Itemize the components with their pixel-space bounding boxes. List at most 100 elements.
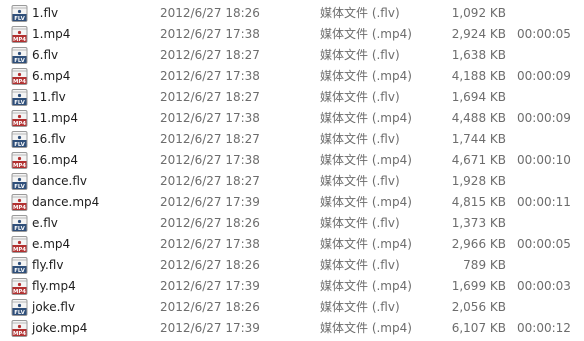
- file-row[interactable]: FLV dance.flv 2012/6/27 18:27 媒体文件 (.flv…: [0, 171, 584, 192]
- flv-file-icon: FLV: [11, 5, 28, 22]
- svg-text:MP4: MP4: [13, 247, 26, 253]
- file-type: 媒体文件 (.mp4): [320, 237, 412, 251]
- mp4-file-icon: MP4: [11, 320, 28, 337]
- file-type: 媒体文件 (.flv): [320, 174, 400, 188]
- file-date: 2012/6/27 18:26: [160, 300, 260, 314]
- file-type: 媒体文件 (.flv): [320, 90, 400, 104]
- file-name: 1.flv: [32, 6, 59, 20]
- file-type: 媒体文件 (.mp4): [320, 27, 412, 41]
- flv-file-icon: FLV: [11, 89, 28, 106]
- svg-text:FLV: FLV: [14, 16, 25, 22]
- file-row[interactable]: FLV joke.flv 2012/6/27 18:26 媒体文件 (.flv)…: [0, 297, 584, 318]
- flv-file-icon: FLV: [11, 257, 28, 274]
- svg-text:FLV: FLV: [14, 142, 25, 148]
- flv-file-icon: FLV: [11, 215, 28, 232]
- mp4-file-icon: MP4: [11, 194, 28, 211]
- file-name: dance.mp4: [32, 195, 100, 209]
- file-row[interactable]: MP4 1.mp4 2012/6/27 17:38 媒体文件 (.mp4) 2,…: [0, 24, 584, 45]
- file-type: 媒体文件 (.flv): [320, 132, 400, 146]
- file-date: 2012/6/27 17:38: [160, 27, 260, 41]
- file-size: 1,699 KB: [451, 279, 506, 293]
- file-type: 媒体文件 (.flv): [320, 48, 400, 62]
- file-size: 2,056 KB: [451, 300, 506, 314]
- file-type: 媒体文件 (.mp4): [320, 279, 412, 293]
- file-type: 媒体文件 (.flv): [320, 6, 400, 20]
- file-name: e.flv: [32, 216, 58, 230]
- file-row[interactable]: FLV fly.flv 2012/6/27 18:26 媒体文件 (.flv) …: [0, 255, 584, 276]
- file-row[interactable]: MP4 fly.mp4 2012/6/27 17:39 媒体文件 (.mp4) …: [0, 276, 584, 297]
- file-name: fly.flv: [32, 258, 64, 272]
- file-date: 2012/6/27 18:27: [160, 174, 260, 188]
- flv-file-icon: FLV: [11, 47, 28, 64]
- svg-text:MP4: MP4: [13, 331, 26, 337]
- svg-text:FLV: FLV: [14, 226, 25, 232]
- file-row[interactable]: MP4 joke.mp4 2012/6/27 17:39 媒体文件 (.mp4)…: [0, 318, 584, 339]
- file-size: 4,488 KB: [451, 111, 506, 125]
- file-date: 2012/6/27 18:26: [160, 216, 260, 230]
- mp4-file-icon: MP4: [11, 278, 28, 295]
- file-size: 1,694 KB: [451, 90, 506, 104]
- file-type: 媒体文件 (.flv): [320, 258, 400, 272]
- file-type: 媒体文件 (.flv): [320, 300, 400, 314]
- file-name: 16.mp4: [32, 153, 79, 167]
- file-row[interactable]: MP4 11.mp4 2012/6/27 17:38 媒体文件 (.mp4) 4…: [0, 108, 584, 129]
- file-duration: 00:00:12: [517, 321, 571, 335]
- file-size: 2,966 KB: [451, 237, 506, 251]
- file-name: joke.flv: [32, 300, 76, 314]
- file-name: dance.flv: [32, 174, 88, 188]
- file-size: 1,744 KB: [451, 132, 506, 146]
- flv-file-icon: FLV: [11, 131, 28, 148]
- svg-text:FLV: FLV: [14, 58, 25, 64]
- file-size: 1,928 KB: [451, 174, 506, 188]
- file-duration: 00:00:03: [517, 279, 571, 293]
- file-duration: 00:00:05: [517, 27, 571, 41]
- flv-file-icon: FLV: [11, 299, 28, 316]
- file-row[interactable]: FLV 11.flv 2012/6/27 18:27 媒体文件 (.flv) 1…: [0, 87, 584, 108]
- file-row[interactable]: FLV 1.flv 2012/6/27 18:26 媒体文件 (.flv) 1,…: [0, 3, 584, 24]
- file-date: 2012/6/27 17:38: [160, 111, 260, 125]
- file-name: 11.mp4: [32, 111, 79, 125]
- file-duration: 00:00:09: [517, 69, 571, 83]
- file-name: 16.flv: [32, 132, 66, 146]
- file-name: joke.mp4: [32, 321, 88, 335]
- file-size: 2,924 KB: [451, 27, 506, 41]
- svg-text:FLV: FLV: [14, 184, 25, 190]
- file-size: 1,638 KB: [451, 48, 506, 62]
- file-name: 1.mp4: [32, 27, 71, 41]
- file-size: 4,671 KB: [451, 153, 506, 167]
- svg-text:MP4: MP4: [13, 121, 26, 127]
- file-date: 2012/6/27 18:27: [160, 48, 260, 62]
- file-size: 1,092 KB: [451, 6, 506, 20]
- file-row[interactable]: MP4 16.mp4 2012/6/27 17:38 媒体文件 (.mp4) 4…: [0, 150, 584, 171]
- file-row[interactable]: FLV 16.flv 2012/6/27 18:27 媒体文件 (.flv) 1…: [0, 129, 584, 150]
- file-date: 2012/6/27 17:38: [160, 69, 260, 83]
- file-name: 6.mp4: [32, 69, 71, 83]
- svg-text:FLV: FLV: [14, 310, 25, 316]
- file-size: 4,188 KB: [451, 69, 506, 83]
- file-type: 媒体文件 (.mp4): [320, 111, 412, 125]
- file-date: 2012/6/27 18:27: [160, 132, 260, 146]
- file-date: 2012/6/27 17:38: [160, 237, 260, 251]
- file-size: 789 KB: [463, 258, 506, 272]
- file-name: 6.flv: [32, 48, 59, 62]
- svg-text:MP4: MP4: [13, 289, 26, 295]
- file-name: fly.mp4: [32, 279, 76, 293]
- mp4-file-icon: MP4: [11, 236, 28, 253]
- file-list: FLV 1.flv 2012/6/27 18:26 媒体文件 (.flv) 1,…: [0, 0, 584, 341]
- file-row[interactable]: MP4 e.mp4 2012/6/27 17:38 媒体文件 (.mp4) 2,…: [0, 234, 584, 255]
- file-row[interactable]: FLV 6.flv 2012/6/27 18:27 媒体文件 (.flv) 1,…: [0, 45, 584, 66]
- svg-text:FLV: FLV: [14, 268, 25, 274]
- file-date: 2012/6/27 17:39: [160, 321, 260, 335]
- file-duration: 00:00:10: [517, 153, 571, 167]
- svg-text:FLV: FLV: [14, 100, 25, 106]
- file-type: 媒体文件 (.mp4): [320, 69, 412, 83]
- mp4-file-icon: MP4: [11, 110, 28, 127]
- mp4-file-icon: MP4: [11, 68, 28, 85]
- svg-text:MP4: MP4: [13, 79, 26, 85]
- flv-file-icon: FLV: [11, 173, 28, 190]
- file-row[interactable]: MP4 6.mp4 2012/6/27 17:38 媒体文件 (.mp4) 4,…: [0, 66, 584, 87]
- file-row[interactable]: FLV e.flv 2012/6/27 18:26 媒体文件 (.flv) 1,…: [0, 213, 584, 234]
- file-row[interactable]: MP4 dance.mp4 2012/6/27 17:39 媒体文件 (.mp4…: [0, 192, 584, 213]
- file-date: 2012/6/27 17:38: [160, 153, 260, 167]
- svg-text:MP4: MP4: [13, 163, 26, 169]
